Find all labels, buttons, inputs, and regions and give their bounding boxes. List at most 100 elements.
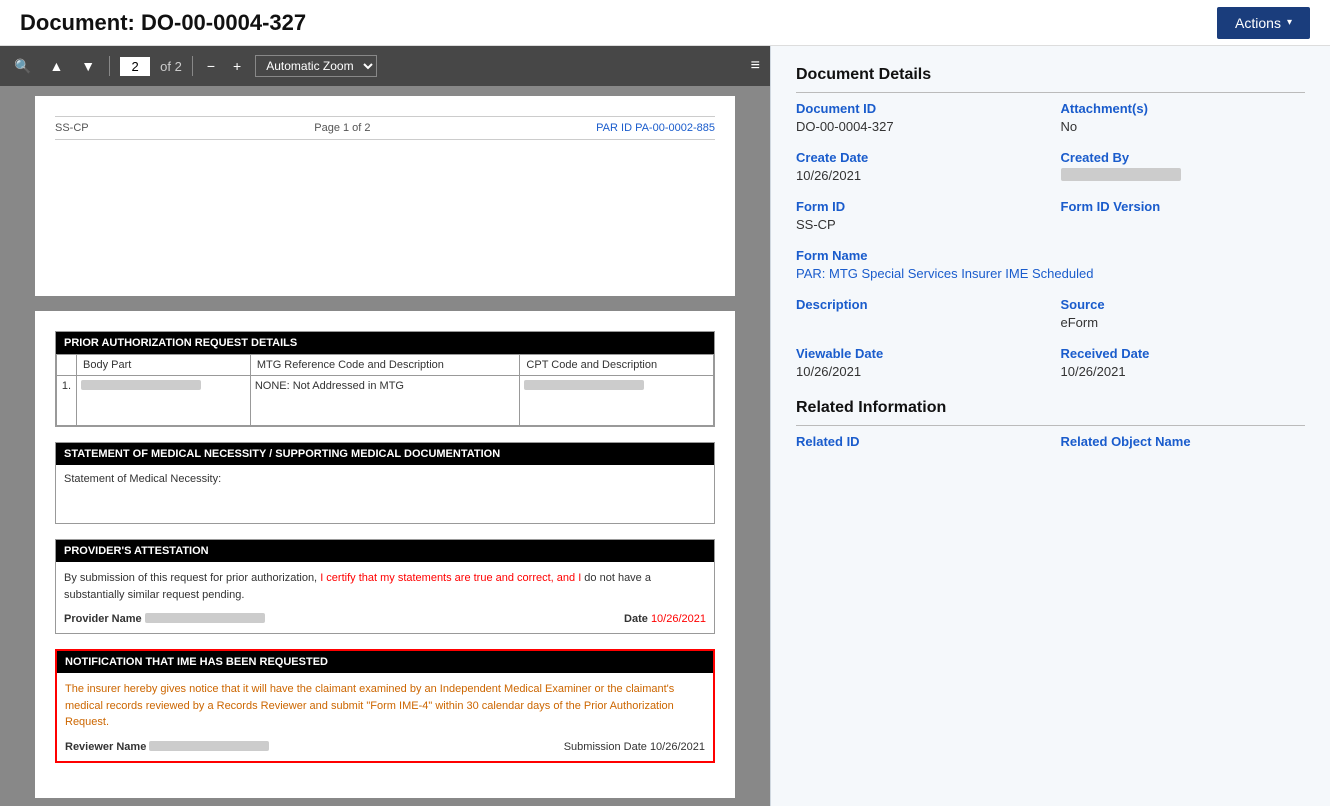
doc-id-label: Document ID (796, 101, 1041, 116)
attestation-red-1: I certify that my statements are true an… (320, 572, 581, 584)
notification-section: NOTIFICATION THAT IME HAS BEEN REQUESTED… (55, 649, 715, 763)
notification-header: NOTIFICATION THAT IME HAS BEEN REQUESTED (57, 651, 713, 673)
form-id-field: Form ID SS-CP (796, 199, 1041, 232)
toolbar-separator (109, 56, 110, 76)
create-date-field: Create Date 10/26/2021 (796, 150, 1041, 183)
create-date-label: Create Date (796, 150, 1041, 165)
prior-auth-section: PRIOR AUTHORIZATION REQUEST DETAILS Body… (55, 331, 715, 427)
pdf-zoom-in-button[interactable]: + (229, 56, 245, 76)
notification-text: The insurer hereby gives notice that it … (65, 681, 705, 731)
col3-header: CPT Code and Description (520, 355, 714, 376)
related-object-name-label: Related Object Name (1061, 434, 1306, 449)
related-info-title: Related Information (796, 399, 1305, 426)
document-details-grid: Document ID DO-00-0004-327 Attachment(s)… (796, 101, 1305, 379)
viewable-date-label: Viewable Date (796, 346, 1041, 361)
doc-id-field: Document ID DO-00-0004-327 (796, 101, 1041, 134)
details-panel: Document Details Document ID DO-00-0004-… (770, 46, 1330, 806)
pdf-page-total: of 2 (160, 59, 182, 74)
chevron-down-icon: ▾ (1287, 17, 1292, 28)
received-date-value: 10/26/2021 (1061, 364, 1306, 379)
form-name-field: Form Name PAR: MTG Special Services Insu… (796, 248, 1305, 281)
form-name-value: PAR: MTG Special Services Insurer IME Sc… (796, 266, 1305, 281)
reviewer-name-field: Reviewer Name (65, 741, 269, 753)
cpt-value (524, 380, 644, 390)
page-title: Document: DO-00-0004-327 (20, 10, 306, 36)
prior-auth-table: Body Part MTG Reference Code and Descrip… (56, 354, 714, 426)
body-part-value (81, 380, 201, 390)
attachments-field: Attachment(s) No (1061, 101, 1306, 134)
related-id-label: Related ID (796, 434, 1041, 449)
medical-necessity-header: STATEMENT OF MEDICAL NECESSITY / SUPPORT… (56, 443, 714, 465)
main-layout: 🔍 ▲ ▼ of 2 − + Automatic Zoom 50% 75% 10… (0, 46, 1330, 806)
pdf-menu-button[interactable]: ≡ (751, 57, 760, 75)
page-center-label: Page 1 of 2 (314, 122, 370, 134)
page-header-line: SS-CP Page 1 of 2 PAR ID PA-00-0002-885 (55, 116, 715, 140)
mtg-value: NONE: Not Addressed in MTG (250, 376, 520, 426)
created-by-value (1061, 168, 1181, 181)
create-date-value: 10/26/2021 (796, 168, 1041, 183)
pdf-page-input[interactable] (120, 57, 150, 76)
par-id-label: PAR ID PA-00-0002-885 (596, 122, 715, 134)
pdf-toolbar: 🔍 ▲ ▼ of 2 − + Automatic Zoom 50% 75% 10… (0, 46, 770, 86)
doc-id-value: DO-00-0004-327 (796, 119, 1041, 134)
related-object-name-field: Related Object Name (1061, 434, 1306, 452)
pdf-zoom-out-button[interactable]: − (203, 56, 219, 76)
submission-date-label: Submission Date (564, 741, 647, 753)
source-value: eForm (1061, 315, 1306, 330)
viewable-date-value: 10/26/2021 (796, 364, 1041, 379)
form-name-label: Form Name (796, 248, 1305, 263)
medical-necessity-section: STATEMENT OF MEDICAL NECESSITY / SUPPORT… (55, 442, 715, 524)
date-value: 10/26/2021 (651, 613, 706, 625)
provider-name-field: Provider Name (64, 613, 265, 625)
prior-auth-header: PRIOR AUTHORIZATION REQUEST DETAILS (56, 332, 714, 354)
actions-label: Actions (1235, 15, 1281, 31)
attestation-text: By submission of this request for prior … (64, 570, 706, 603)
provider-name-value (145, 613, 265, 623)
pdf-page-1: SS-CP Page 1 of 2 PAR ID PA-00-0002-885 (35, 96, 735, 296)
provider-name-label: Provider Name (64, 613, 142, 625)
pdf-content[interactable]: SS-CP Page 1 of 2 PAR ID PA-00-0002-885 … (0, 86, 770, 806)
created-by-label: Created By (1061, 150, 1306, 165)
description-label: Description (796, 297, 1041, 312)
form-id-version-field: Form ID Version (1061, 199, 1306, 232)
received-date-field: Received Date 10/26/2021 (1061, 346, 1306, 379)
pdf-viewer: 🔍 ▲ ▼ of 2 − + Automatic Zoom 50% 75% 10… (0, 46, 770, 806)
form-id-value: SS-CP (796, 217, 1041, 232)
attachments-value: No (1061, 119, 1306, 134)
document-details-title: Document Details (796, 66, 1305, 93)
attachments-label: Attachment(s) (1061, 101, 1306, 116)
toolbar-separator-2 (192, 56, 193, 76)
pdf-prev-button[interactable]: ▲ (45, 56, 67, 76)
form-id-label: Form ID (796, 199, 1041, 214)
pdf-zoom-select[interactable]: Automatic Zoom 50% 75% 100% 125% 150% (255, 55, 377, 77)
page-header: Document: DO-00-0004-327 Actions ▾ (0, 0, 1330, 46)
attestation-footer: Provider Name Date 10/26/2021 (64, 613, 706, 625)
notification-footer: Reviewer Name Submission Date 10/26/2021 (65, 741, 705, 753)
source-label: Source (1061, 297, 1306, 312)
form-id-version-label: Form ID Version (1061, 199, 1306, 214)
pdf-next-button[interactable]: ▼ (77, 56, 99, 76)
description-field: Description (796, 297, 1041, 330)
date-label: Date (624, 613, 648, 625)
provider-attestation-body: By submission of this request for prior … (56, 562, 714, 633)
actions-button[interactable]: Actions ▾ (1217, 7, 1310, 39)
submission-date-value: 10/26/2021 (650, 741, 705, 753)
received-date-label: Received Date (1061, 346, 1306, 361)
col2-header: MTG Reference Code and Description (250, 355, 520, 376)
viewable-date-field: Viewable Date 10/26/2021 (796, 346, 1041, 379)
medical-necessity-body: Statement of Medical Necessity: (56, 465, 714, 523)
page-left-label: SS-CP (55, 122, 89, 134)
medical-necessity-label: Statement of Medical Necessity: (64, 473, 706, 485)
related-info-grid: Related ID Related Object Name (796, 434, 1305, 452)
reviewer-name-value (149, 741, 269, 751)
provider-attestation-header: PROVIDER'S ATTESTATION (56, 540, 714, 562)
created-by-field: Created By (1061, 150, 1306, 183)
submission-date-field: Submission Date 10/26/2021 (564, 741, 705, 753)
notification-body: The insurer hereby gives notice that it … (57, 673, 713, 761)
pdf-search-button[interactable]: 🔍 (10, 56, 35, 77)
provider-attestation-section: PROVIDER'S ATTESTATION By submission of … (55, 539, 715, 634)
source-field: Source eForm (1061, 297, 1306, 330)
date-field: Date 10/26/2021 (624, 613, 706, 625)
prior-auth-body: Body Part MTG Reference Code and Descrip… (56, 354, 714, 426)
pdf-page-2: PRIOR AUTHORIZATION REQUEST DETAILS Body… (35, 311, 735, 798)
